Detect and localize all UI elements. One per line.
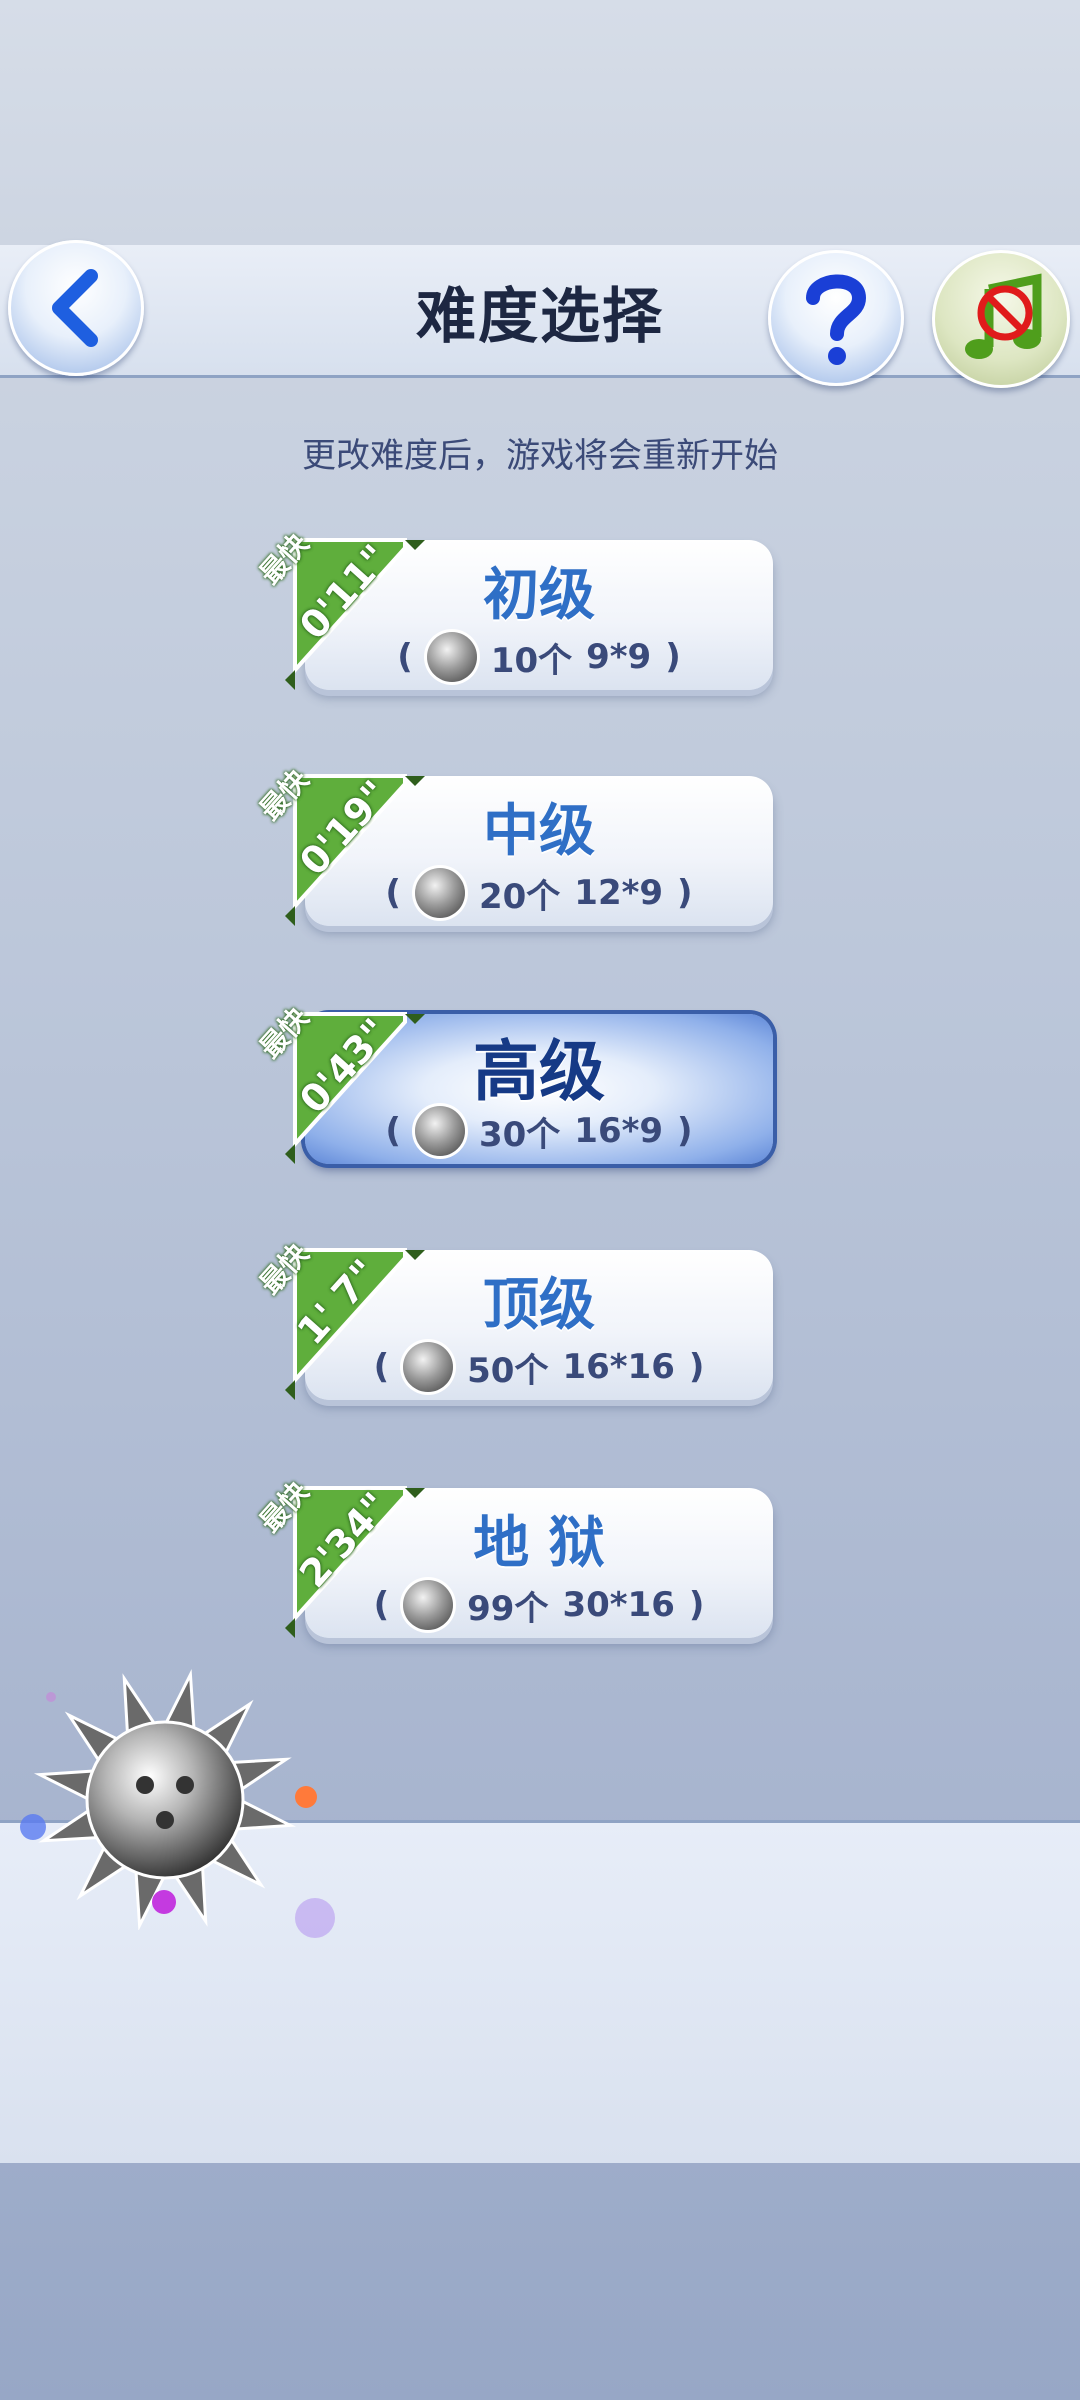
- level-card[interactable]: 地 狱 ( 99个 30*16 ): [305, 1488, 773, 1638]
- level-button-1[interactable]: 初级 ( 10个 9*9 ) 最快 0'11": [253, 527, 775, 690]
- level-card[interactable]: 高级 ( 30个 16*9 ): [305, 1014, 773, 1164]
- board-size: 16*9: [574, 1111, 664, 1151]
- music-muted-icon: [965, 273, 1042, 359]
- mine-count: 50个: [467, 1350, 549, 1391]
- board-size: 12*9: [574, 873, 664, 913]
- level-card[interactable]: 顶级 ( 50个 16*16 ): [305, 1250, 773, 1400]
- paren-open: (: [397, 637, 413, 677]
- level-card[interactable]: 中级 ( 20个 12*9 ): [305, 776, 773, 926]
- level-info: ( 10个 9*9 ): [305, 624, 773, 690]
- mine-count: 20个: [478, 876, 561, 917]
- paren-open: (: [373, 1347, 390, 1387]
- board-size: 30*16: [562, 1585, 675, 1625]
- mine-icon: [395, 1334, 462, 1400]
- level-name: 高级: [473, 1033, 605, 1110]
- paren-open: (: [385, 1111, 401, 1151]
- paren-close: ): [677, 873, 693, 913]
- mine-icon: [395, 1572, 462, 1638]
- level-info: ( 30个 16*9 ): [305, 1098, 773, 1164]
- mine-count: 30个: [478, 1114, 561, 1155]
- level-button-4[interactable]: 顶级 ( 50个 16*16 ) 最快 1' 7": [253, 1237, 775, 1400]
- question-icon: [806, 274, 867, 365]
- paren-open: (: [385, 873, 401, 913]
- mine-count: 99个: [467, 1588, 549, 1629]
- paren-open: (: [373, 1585, 390, 1625]
- level-name: 中级: [483, 799, 595, 864]
- mine-count: 10个: [490, 640, 573, 681]
- paren-close: ): [677, 1111, 693, 1151]
- level-name: 地 狱: [473, 1511, 605, 1576]
- mine-icon: [418, 624, 485, 690]
- particle-orange: [295, 1786, 317, 1808]
- paren-close: ): [688, 1585, 705, 1625]
- mine-icon: [406, 860, 473, 926]
- difficulty-notice: 更改难度后，游戏将会重新开始: [302, 436, 778, 476]
- mine-icon: [406, 1098, 473, 1164]
- level-name: 顶级: [483, 1273, 595, 1338]
- particle-blue: [20, 1814, 46, 1840]
- page-title: 难度选择: [416, 282, 664, 352]
- board-size: 16*16: [562, 1347, 675, 1387]
- help-button[interactable]: [768, 250, 904, 386]
- level-button-5[interactable]: 地 狱 ( 99个 30*16 ) 最快 2'34": [253, 1475, 775, 1638]
- level-info: ( 99个 30*16 ): [305, 1572, 773, 1638]
- level-info: ( 20个 12*9 ): [305, 860, 773, 926]
- music-toggle-button[interactable]: [932, 250, 1070, 388]
- particle-purple: [152, 1890, 176, 1914]
- level-button-2[interactable]: 中级 ( 20个 12*9 ) 最快 0'19": [253, 763, 775, 926]
- level-name: 初级: [483, 563, 595, 628]
- paren-close: ): [688, 1347, 705, 1387]
- paren-close: ): [665, 637, 681, 677]
- particle-violet: [295, 1898, 335, 1938]
- level-info: ( 50个 16*16 ): [305, 1334, 773, 1400]
- board-size: 9*9: [586, 637, 652, 677]
- particle-pink: [46, 1692, 56, 1702]
- level-button-3[interactable]: 高级 ( 30个 16*9 ) 最快 0'43": [253, 1001, 775, 1164]
- level-card[interactable]: 初级 ( 10个 9*9 ): [305, 540, 773, 690]
